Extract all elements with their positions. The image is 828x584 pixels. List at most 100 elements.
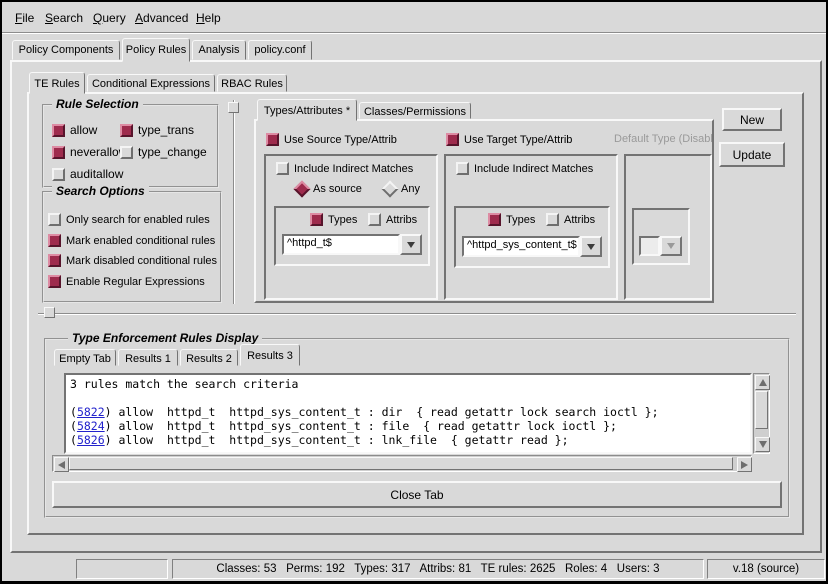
results-vscrollbar[interactable] (753, 373, 770, 454)
tab-results-1[interactable]: Results 1 (118, 349, 178, 366)
scroll-left-arrow[interactable] (54, 457, 69, 472)
checkbox-only-enabled-indicator (48, 213, 61, 226)
menu-query[interactable]: Query (86, 8, 133, 28)
checkbox-mark-disabled-cond[interactable]: Mark disabled conditional rules (48, 254, 217, 267)
source-type-combobox[interactable]: ^httpd_t$ (282, 234, 422, 255)
menu-help[interactable]: Help (189, 8, 228, 28)
default-type-combobox (639, 236, 682, 256)
checkbox-target-types[interactable]: Types (488, 213, 535, 226)
checkbox-enable-regex[interactable]: Enable Regular Expressions (48, 275, 205, 288)
chevron-down-icon (407, 242, 415, 248)
tab-empty-tab[interactable]: Empty Tab (54, 349, 116, 366)
checkbox-source-types-label: Types (328, 214, 357, 226)
checkbox-mark-enabled-cond[interactable]: Mark enabled conditional rules (48, 234, 215, 247)
checkbox-allow-indicator (52, 124, 65, 137)
tab-policy-rules[interactable]: Policy Rules (122, 38, 190, 62)
tab-classes-permissions[interactable]: Classes/Permissions (359, 102, 471, 119)
tab-te-rules[interactable]: TE Rules (29, 72, 85, 94)
tab-conditional-expressions[interactable]: Conditional Expressions (87, 74, 215, 92)
checkbox-source-types[interactable]: Types (310, 213, 357, 226)
checkbox-target-attribs[interactable]: Attribs (546, 213, 595, 226)
checkbox-neverallow[interactable]: neverallow (52, 145, 127, 159)
horizontal-sash (38, 313, 796, 315)
results-hscrollbar[interactable] (52, 455, 752, 472)
checkbox-use-target-type[interactable]: Use Target Type/Attrib (446, 133, 572, 146)
close-tab-button[interactable]: Close Tab (52, 481, 782, 508)
checkbox-type-trans-label: type_trans (138, 123, 194, 137)
checkbox-mark-enabled-label: Mark enabled conditional rules (66, 235, 215, 247)
checkbox-enable-regex-indicator (48, 275, 61, 288)
checkbox-source-indirect-indicator (276, 162, 289, 175)
tab-policy-components[interactable]: Policy Components (12, 40, 120, 60)
checkbox-target-types-label: Types (506, 214, 535, 226)
checkbox-target-attribs-indicator (546, 213, 559, 226)
checkbox-target-indirect-label: Include Indirect Matches (474, 163, 593, 175)
target-type-combobox[interactable]: ^httpd_sys_content_t$ (462, 236, 602, 257)
checkbox-source-types-indicator (310, 213, 323, 226)
hscroll-thumb[interactable] (69, 457, 733, 470)
te-rules-display-title: Type Enforcement Rules Display (68, 332, 262, 345)
checkbox-use-source-indicator (266, 133, 279, 146)
menubar-separator (2, 32, 826, 34)
results-text-area[interactable]: 3 rules match the search criteria (5822)… (64, 373, 752, 454)
update-button-label: Update (733, 148, 772, 162)
rule-id-link[interactable]: 5826 (77, 433, 105, 447)
tab-analysis[interactable]: Analysis (192, 40, 246, 60)
checkbox-source-attribs[interactable]: Attribs (368, 213, 417, 226)
source-type-combobox-arrow[interactable] (400, 234, 422, 255)
scroll-down-arrow[interactable] (755, 437, 770, 452)
status-version-panel: v.18 (source) (707, 559, 825, 579)
source-type-combobox-entry[interactable]: ^httpd_t$ (282, 234, 400, 255)
new-button-label: New (740, 113, 764, 127)
scroll-right-arrow[interactable] (737, 457, 752, 472)
rule-id-link[interactable]: 5822 (77, 405, 105, 419)
checkbox-only-enabled-rules[interactable]: Only search for enabled rules (48, 213, 210, 226)
te-rule-line: (5822) allow httpd_t httpd_sys_content_t… (70, 405, 746, 419)
menu-search[interactable]: Search (38, 8, 90, 28)
checkbox-use-source-type[interactable]: Use Source Type/Attrib (266, 133, 397, 146)
te-rule-line: (5826) allow httpd_t httpd_sys_content_t… (70, 433, 746, 447)
checkbox-only-enabled-label: Only search for enabled rules (66, 214, 210, 226)
checkbox-target-types-indicator (488, 213, 501, 226)
menu-file[interactable]: File (8, 8, 41, 28)
checkbox-source-indirect-label: Include Indirect Matches (294, 163, 413, 175)
triangle-left-icon (58, 461, 65, 469)
tab-results-3[interactable]: Results 3 (240, 344, 300, 366)
scroll-up-arrow[interactable] (755, 375, 770, 390)
update-button[interactable]: Update (719, 142, 785, 167)
checkbox-enable-regex-label: Enable Regular Expressions (66, 276, 205, 288)
radio-any-label: Any (401, 183, 420, 195)
tab-types-attributes[interactable]: Types/Attributes * (257, 99, 357, 121)
checkbox-allow[interactable]: allow (52, 123, 97, 137)
menu-advanced[interactable]: Advanced (128, 8, 195, 28)
checkbox-allow-label: allow (70, 123, 97, 137)
tab-rbac-rules[interactable]: RBAC Rules (217, 74, 287, 92)
chevron-down-icon (587, 244, 595, 250)
checkbox-auditallow[interactable]: auditallow (52, 167, 123, 181)
vertical-sash-handle[interactable] (228, 102, 239, 113)
new-button[interactable]: New (722, 108, 782, 131)
vscroll-thumb[interactable] (755, 391, 768, 429)
radio-as-source[interactable]: As source (296, 183, 362, 195)
rule-id-link[interactable]: 5824 (77, 419, 105, 433)
chevron-down-icon (667, 243, 675, 249)
target-type-combobox-arrow[interactable] (580, 236, 602, 257)
tab-policy-conf[interactable]: policy.conf (248, 40, 312, 60)
checkbox-use-source-label: Use Source Type/Attrib (284, 134, 397, 146)
checkbox-neverallow-indicator (52, 146, 65, 159)
checkbox-type-trans[interactable]: type_trans (120, 123, 194, 137)
horizontal-sash-handle[interactable] (44, 307, 55, 318)
checkbox-mark-disabled-indicator (48, 254, 61, 267)
checkbox-type-change[interactable]: type_change (120, 145, 207, 159)
checkbox-source-indirect[interactable]: Include Indirect Matches (276, 162, 413, 175)
radio-any[interactable]: Any (384, 183, 420, 195)
checkbox-target-indirect[interactable]: Include Indirect Matches (456, 162, 593, 175)
checkbox-mark-disabled-label: Mark disabled conditional rules (66, 255, 217, 267)
checkbox-neverallow-label: neverallow (70, 145, 127, 159)
triangle-down-icon (759, 441, 767, 448)
tab-results-2[interactable]: Results 2 (180, 349, 238, 366)
checkbox-auditallow-indicator (52, 168, 65, 181)
menubar: File Search Query Advanced Help (2, 2, 826, 32)
triangle-right-icon (741, 461, 748, 469)
target-type-combobox-entry[interactable]: ^httpd_sys_content_t$ (462, 236, 580, 257)
